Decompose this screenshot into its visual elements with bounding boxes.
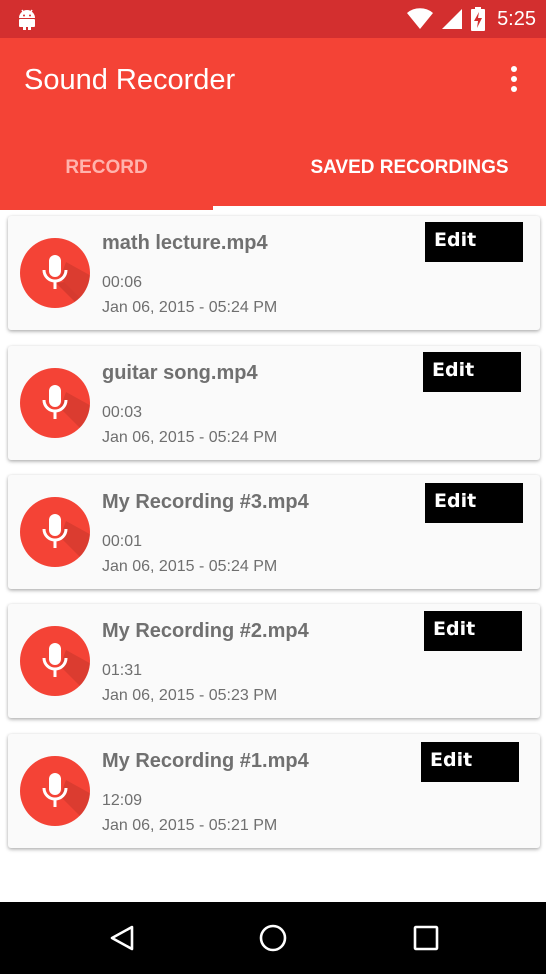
tab-bar: RECORD SAVED RECORDINGS <box>0 128 546 208</box>
recording-name: guitar song.mp4 <box>102 362 258 384</box>
recording-duration: 01:31 <box>102 662 143 679</box>
app-bar: Sound Recorder RECORD SAVED RECORDINGS <box>0 38 546 210</box>
recording-duration: 12:09 <box>102 792 143 809</box>
home-icon[interactable] <box>257 922 289 954</box>
edit-button[interactable]: Edit <box>424 611 522 651</box>
recording-date: Jan 06, 2015 - 05:21 PM <box>102 817 278 834</box>
edit-button[interactable]: Edit <box>423 352 521 392</box>
recording-date: Jan 06, 2015 - 05:24 PM <box>102 558 278 575</box>
recording-name: My Recording #2.mp4 <box>102 620 309 642</box>
recording-date: Jan 06, 2015 - 05:23 PM <box>102 687 278 704</box>
cell-signal-icon <box>442 9 463 29</box>
edit-button[interactable]: Edit <box>421 742 519 782</box>
recents-icon[interactable] <box>410 922 442 954</box>
recording-name: My Recording #3.mp4 <box>102 491 309 513</box>
recording-name: My Recording #1.mp4 <box>102 750 309 772</box>
microphone-icon <box>20 368 90 438</box>
tab-record[interactable]: RECORD <box>0 128 273 208</box>
recording-duration: 00:01 <box>102 533 143 550</box>
status-bar: 5:25 <box>0 0 546 38</box>
recording-duration: 00:06 <box>102 274 143 291</box>
recording-date: Jan 06, 2015 - 05:24 PM <box>102 299 278 316</box>
recording-name: math lecture.mp4 <box>102 232 268 254</box>
recording-card[interactable]: My Recording #1.mp4 12:09 Jan 06, 2015 -… <box>8 734 540 848</box>
status-time: 5:25 <box>497 7 536 30</box>
back-icon[interactable] <box>106 922 138 954</box>
edit-button[interactable]: Edit <box>425 222 523 262</box>
microphone-icon <box>20 756 90 826</box>
tab-saved-recordings[interactable]: SAVED RECORDINGS <box>273 128 546 208</box>
wifi-icon <box>407 8 434 29</box>
recording-card[interactable]: math lecture.mp4 00:06 Jan 06, 2015 - 05… <box>8 216 540 330</box>
microphone-icon <box>20 626 90 696</box>
overflow-menu-icon[interactable] <box>504 66 524 96</box>
microphone-icon <box>20 238 90 308</box>
recording-card[interactable]: guitar song.mp4 00:03 Jan 06, 2015 - 05:… <box>8 346 540 460</box>
navigation-bar <box>0 902 546 974</box>
tab-indicator <box>213 206 546 210</box>
android-icon <box>19 9 35 30</box>
recording-duration: 00:03 <box>102 404 143 421</box>
recording-date: Jan 06, 2015 - 05:24 PM <box>102 429 278 446</box>
edit-button[interactable]: Edit <box>425 483 523 523</box>
battery-charging-icon <box>471 7 486 31</box>
app-title: Sound Recorder <box>24 64 236 96</box>
recording-card[interactable]: My Recording #3.mp4 00:01 Jan 06, 2015 -… <box>8 475 540 589</box>
microphone-icon <box>20 497 90 567</box>
recording-card[interactable]: My Recording #2.mp4 01:31 Jan 06, 2015 -… <box>8 604 540 718</box>
